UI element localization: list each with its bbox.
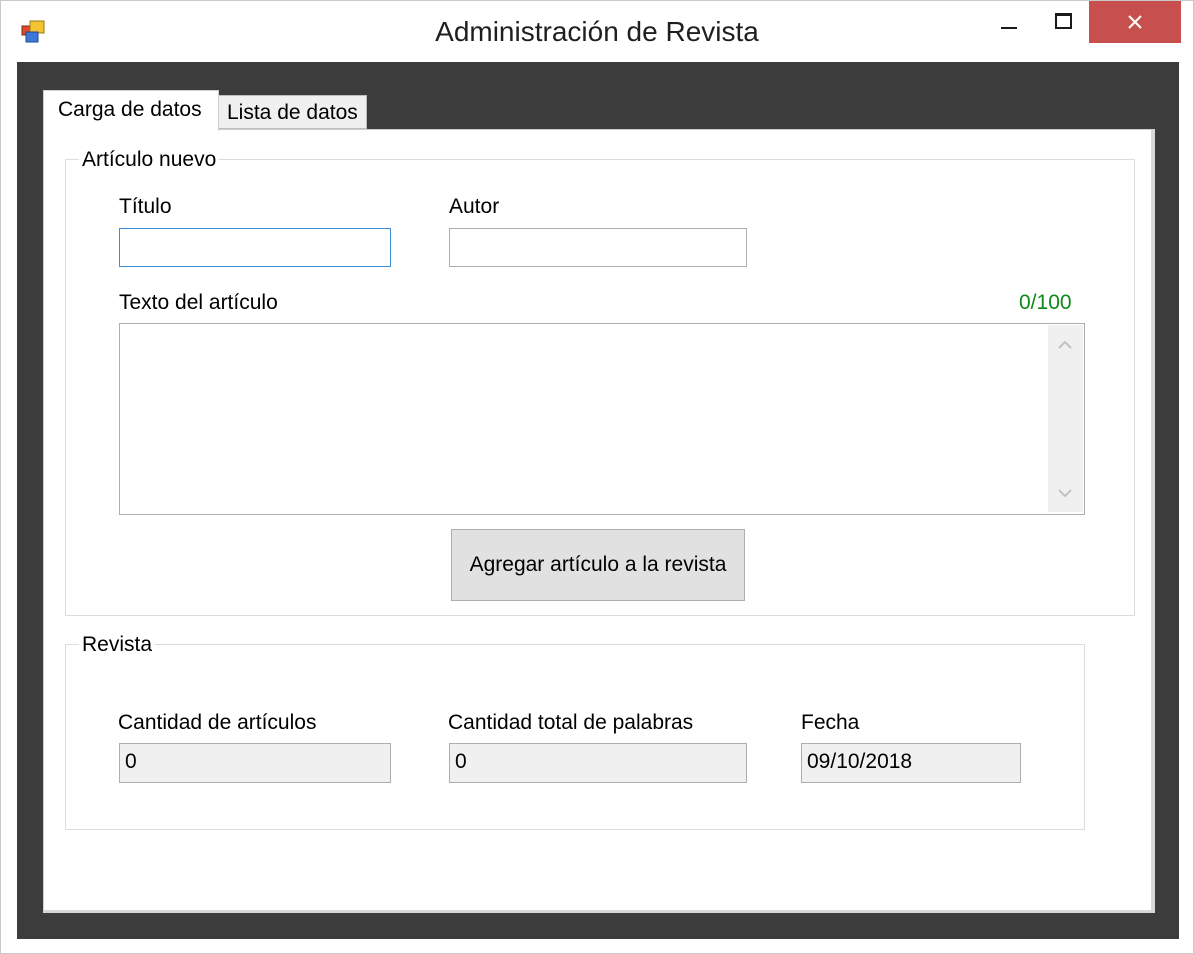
cantidad-articulos-label: Cantidad de artículos: [118, 711, 317, 734]
cantidad-palabras-field: 0: [449, 743, 747, 783]
minimize-icon[interactable]: [987, 1, 1031, 43]
scroll-up-icon[interactable]: [1057, 339, 1073, 351]
maximize-icon[interactable]: [1041, 1, 1085, 43]
tab-carga-de-datos[interactable]: Carga de datos: [43, 90, 219, 131]
fecha-field: 09/10/2018: [801, 743, 1021, 783]
autor-label: Autor: [449, 195, 500, 218]
texto-articulo-label: Texto del artículo: [119, 291, 278, 314]
cantidad-articulos-field: 0: [119, 743, 391, 783]
character-counter: 0/100: [1019, 291, 1072, 314]
tab-lista-de-datos[interactable]: Lista de datos: [217, 95, 367, 129]
titulo-label: Título: [119, 195, 172, 218]
fecha-label: Fecha: [801, 711, 860, 734]
articulo-nuevo-legend: Artículo nuevo: [79, 148, 220, 172]
main-window: Administración de Revista Carga de datos…: [0, 0, 1194, 954]
textarea-scrollbar[interactable]: [1048, 325, 1083, 512]
agregar-articulo-button[interactable]: Agregar artículo a la revista: [451, 529, 745, 601]
title-bar[interactable]: Administración de Revista: [1, 1, 1193, 61]
close-icon[interactable]: [1089, 1, 1181, 43]
scroll-down-icon[interactable]: [1057, 487, 1073, 499]
texto-articulo-textarea[interactable]: [119, 323, 1085, 515]
revista-legend: Revista: [79, 633, 156, 657]
autor-input[interactable]: [449, 228, 747, 267]
cantidad-palabras-label: Cantidad total de palabras: [448, 711, 694, 734]
revista-group: [65, 644, 1085, 830]
titulo-input[interactable]: [119, 228, 391, 267]
